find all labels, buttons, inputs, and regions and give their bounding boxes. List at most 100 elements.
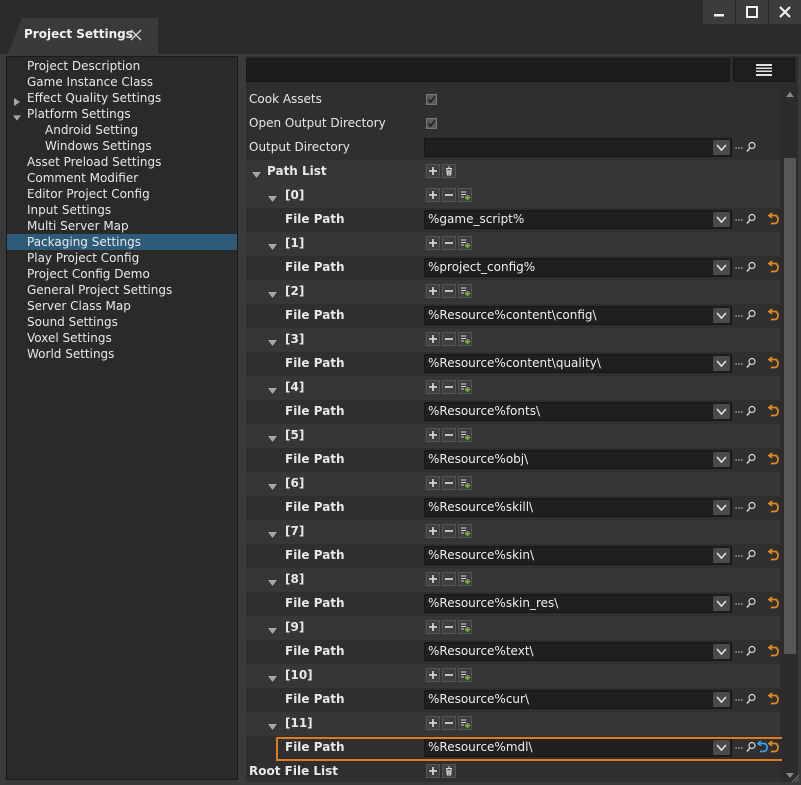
browse-dots-icon[interactable] xyxy=(734,550,744,560)
close-tab-icon[interactable] xyxy=(126,25,146,45)
dropdown-button[interactable] xyxy=(713,452,730,467)
file-path-field[interactable]: %Resource%content\quality\ xyxy=(424,354,732,373)
add-element-button[interactable] xyxy=(426,164,440,178)
collapse-arrow-icon[interactable] xyxy=(268,480,277,490)
file-path-field[interactable]: %Resource%skill\ xyxy=(424,498,732,517)
property-filter-input[interactable] xyxy=(246,58,730,82)
open-output-directory-checkbox[interactable] xyxy=(426,118,437,129)
reset-to-default-icon[interactable] xyxy=(767,212,780,226)
insert-element-button[interactable] xyxy=(426,428,440,442)
collapse-arrow-icon[interactable] xyxy=(268,432,277,442)
insert-element-button[interactable] xyxy=(426,380,440,394)
insert-element-button[interactable] xyxy=(426,620,440,634)
duplicate-element-button[interactable] xyxy=(458,716,472,730)
browse-dots-icon[interactable] xyxy=(734,502,744,512)
dropdown-button[interactable] xyxy=(713,260,730,275)
duplicate-element-button[interactable] xyxy=(458,668,472,682)
find-in-browser-icon[interactable] xyxy=(746,261,756,273)
tree-item-windows-settings[interactable]: Windows Settings xyxy=(7,138,237,154)
reset-to-default-icon[interactable] xyxy=(767,596,780,610)
browse-dots-icon[interactable] xyxy=(734,598,744,608)
resize-grip-icon[interactable] xyxy=(790,773,800,783)
close-window-button[interactable] xyxy=(769,0,801,24)
file-path-field[interactable]: %Resource%mdl\ xyxy=(424,738,732,757)
browse-dots-icon[interactable] xyxy=(734,262,744,272)
file-path-field[interactable]: %Resource%text\ xyxy=(424,642,732,661)
file-path-field[interactable]: %Resource%content\config\ xyxy=(424,306,732,325)
dropdown-button[interactable] xyxy=(713,500,730,515)
dropdown-button[interactable] xyxy=(713,596,730,611)
find-in-browser-icon[interactable] xyxy=(746,645,756,657)
tree-item-packaging-settings[interactable]: Packaging Settings xyxy=(7,234,237,250)
file-path-field[interactable]: %Resource%skin\ xyxy=(424,546,732,565)
insert-element-button[interactable] xyxy=(426,332,440,346)
duplicate-element-button[interactable] xyxy=(458,188,472,202)
find-in-browser-icon[interactable] xyxy=(746,549,756,561)
collapse-arrow-icon[interactable] xyxy=(268,720,277,730)
tree-item-voxel-settings[interactable]: Voxel Settings xyxy=(7,330,237,346)
find-in-browser-icon[interactable] xyxy=(746,357,756,369)
collapse-arrow-icon[interactable] xyxy=(268,336,277,346)
remove-element-button[interactable] xyxy=(442,332,456,346)
output-directory-field[interactable] xyxy=(424,138,732,157)
find-in-browser-icon[interactable] xyxy=(746,453,756,465)
browse-dots-icon[interactable] xyxy=(734,454,744,464)
tree-item-game-instance-class[interactable]: Game Instance Class xyxy=(7,74,237,90)
tree-item-server-class-map[interactable]: Server Class Map xyxy=(7,298,237,314)
remove-element-button[interactable] xyxy=(442,428,456,442)
tree-item-asset-preload-settings[interactable]: Asset Preload Settings xyxy=(7,154,237,170)
remove-element-button[interactable] xyxy=(442,476,456,490)
find-in-browser-icon[interactable] xyxy=(746,309,756,321)
tree-item-project-description[interactable]: Project Description xyxy=(7,58,237,74)
find-in-browser-icon[interactable] xyxy=(746,693,756,705)
reset-to-default-icon[interactable] xyxy=(767,692,780,706)
insert-element-button[interactable] xyxy=(426,284,440,298)
collapse-arrow-icon[interactable] xyxy=(13,110,21,121)
view-options-button[interactable] xyxy=(733,58,795,82)
duplicate-element-button[interactable] xyxy=(458,476,472,490)
reset-to-default-icon[interactable] xyxy=(767,500,780,514)
browse-dots-icon[interactable] xyxy=(734,358,744,368)
collapse-arrow-icon[interactable] xyxy=(268,528,277,538)
remove-element-button[interactable] xyxy=(442,716,456,730)
find-in-browser-icon[interactable] xyxy=(746,597,756,609)
tree-item-platform-settings[interactable]: Platform Settings xyxy=(7,106,237,122)
expand-arrow-icon[interactable] xyxy=(13,94,21,106)
duplicate-element-button[interactable] xyxy=(458,332,472,346)
insert-element-button[interactable] xyxy=(426,716,440,730)
tab-project-settings[interactable]: Project Settings xyxy=(8,18,158,54)
reset-to-default-icon[interactable] xyxy=(767,404,780,418)
reset-to-default-icon[interactable] xyxy=(767,644,780,658)
browse-dots-icon[interactable] xyxy=(734,142,744,152)
dropdown-button[interactable] xyxy=(713,740,730,755)
duplicate-element-button[interactable] xyxy=(458,620,472,634)
remove-element-button[interactable] xyxy=(442,620,456,634)
browse-dots-icon[interactable] xyxy=(734,310,744,320)
duplicate-element-button[interactable] xyxy=(458,428,472,442)
collapse-arrow-icon[interactable] xyxy=(252,168,261,178)
collapse-arrow-icon[interactable] xyxy=(268,192,277,202)
tree-item-comment-modifier[interactable]: Comment Modifier xyxy=(7,170,237,186)
file-path-field[interactable]: %Resource%obj\ xyxy=(424,450,732,469)
file-path-field[interactable]: %Resource%fonts\ xyxy=(424,402,732,421)
cook-assets-checkbox[interactable] xyxy=(426,94,437,105)
find-in-browser-icon[interactable] xyxy=(746,741,756,753)
remove-element-button[interactable] xyxy=(442,380,456,394)
remove-element-button[interactable] xyxy=(442,572,456,586)
insert-element-button[interactable] xyxy=(426,524,440,538)
dropdown-button[interactable] xyxy=(713,212,730,227)
tree-item-android-setting[interactable]: Android Setting xyxy=(7,122,237,138)
browse-dots-icon[interactable] xyxy=(734,694,744,704)
browse-dots-icon[interactable] xyxy=(734,742,744,752)
reset-to-default-icon[interactable] xyxy=(767,356,780,370)
tree-item-input-settings[interactable]: Input Settings xyxy=(7,202,237,218)
collapse-arrow-icon[interactable] xyxy=(268,384,277,394)
clear-array-button[interactable] xyxy=(442,764,456,778)
collapse-arrow-icon[interactable] xyxy=(268,672,277,682)
tree-item-multi-server-map[interactable]: Multi Server Map xyxy=(7,218,237,234)
clear-array-button[interactable] xyxy=(442,164,456,178)
reset-to-default-icon[interactable] xyxy=(767,548,780,562)
tree-item-effect-quality-settings[interactable]: Effect Quality Settings xyxy=(7,90,237,106)
insert-element-button[interactable] xyxy=(426,236,440,250)
add-element-button[interactable] xyxy=(426,764,440,778)
